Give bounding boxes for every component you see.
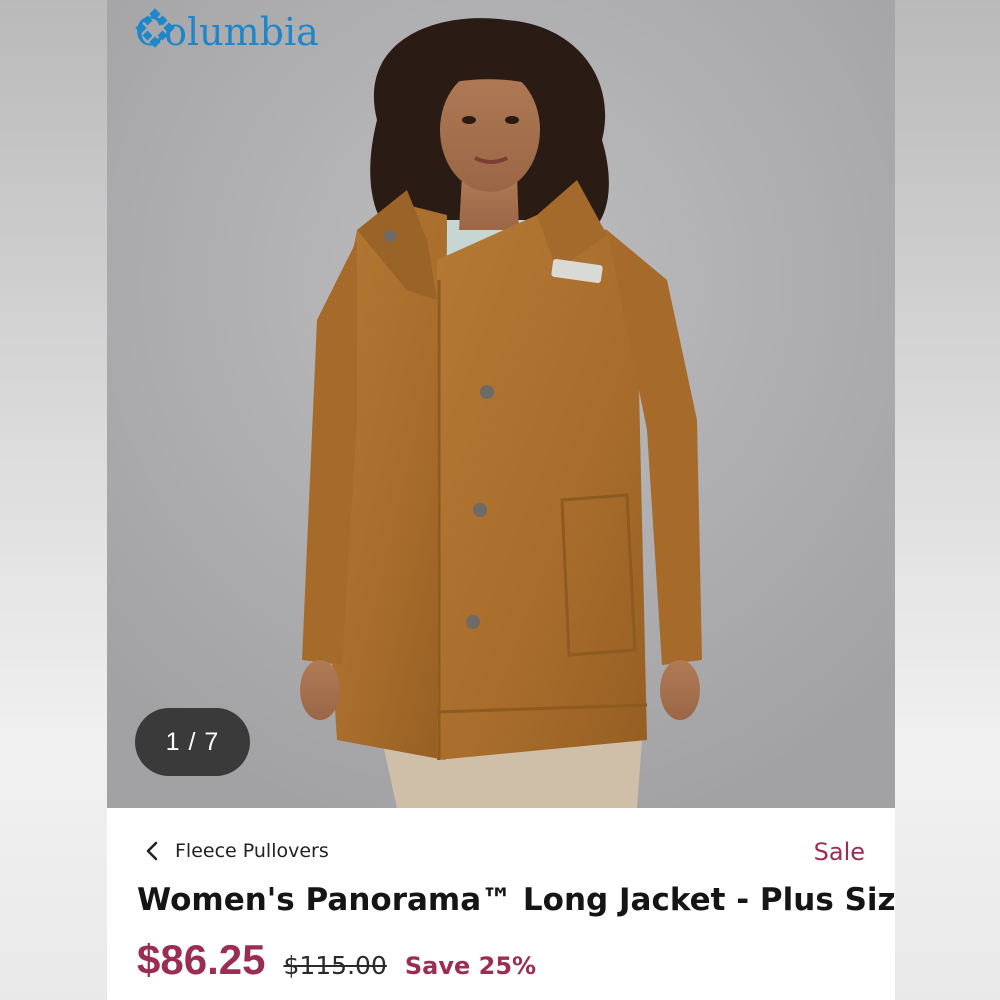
columbia-diamond-logo-icon [135,8,175,48]
breadcrumb-label: Fleece Pullovers [175,840,329,862]
sale-price: $86.25 [137,936,266,983]
product-image[interactable]: Columbia 1 / 7 [107,0,895,808]
original-price: $115.00 [283,951,387,980]
sale-badge: Sale [813,838,865,866]
chevron-left-icon [146,841,158,861]
price-row: $86.25 $115.00 Save 25% [137,936,536,984]
product-info: Fleece Pullovers Sale Women's Panorama™ … [107,808,895,1000]
product-title: Women's Panorama™ Long Jacket - Plus Siz… [137,882,895,918]
breadcrumb-back-link[interactable]: Fleece Pullovers [143,840,329,862]
product-photo-illustration [107,0,895,808]
image-counter: 1 / 7 [135,708,250,776]
product-card: Columbia 1 / 7 Fleece Pullovers Sale Wom… [107,0,895,1000]
savings-label: Save 25% [404,952,537,980]
brand-logo: Columbia [135,8,319,56]
